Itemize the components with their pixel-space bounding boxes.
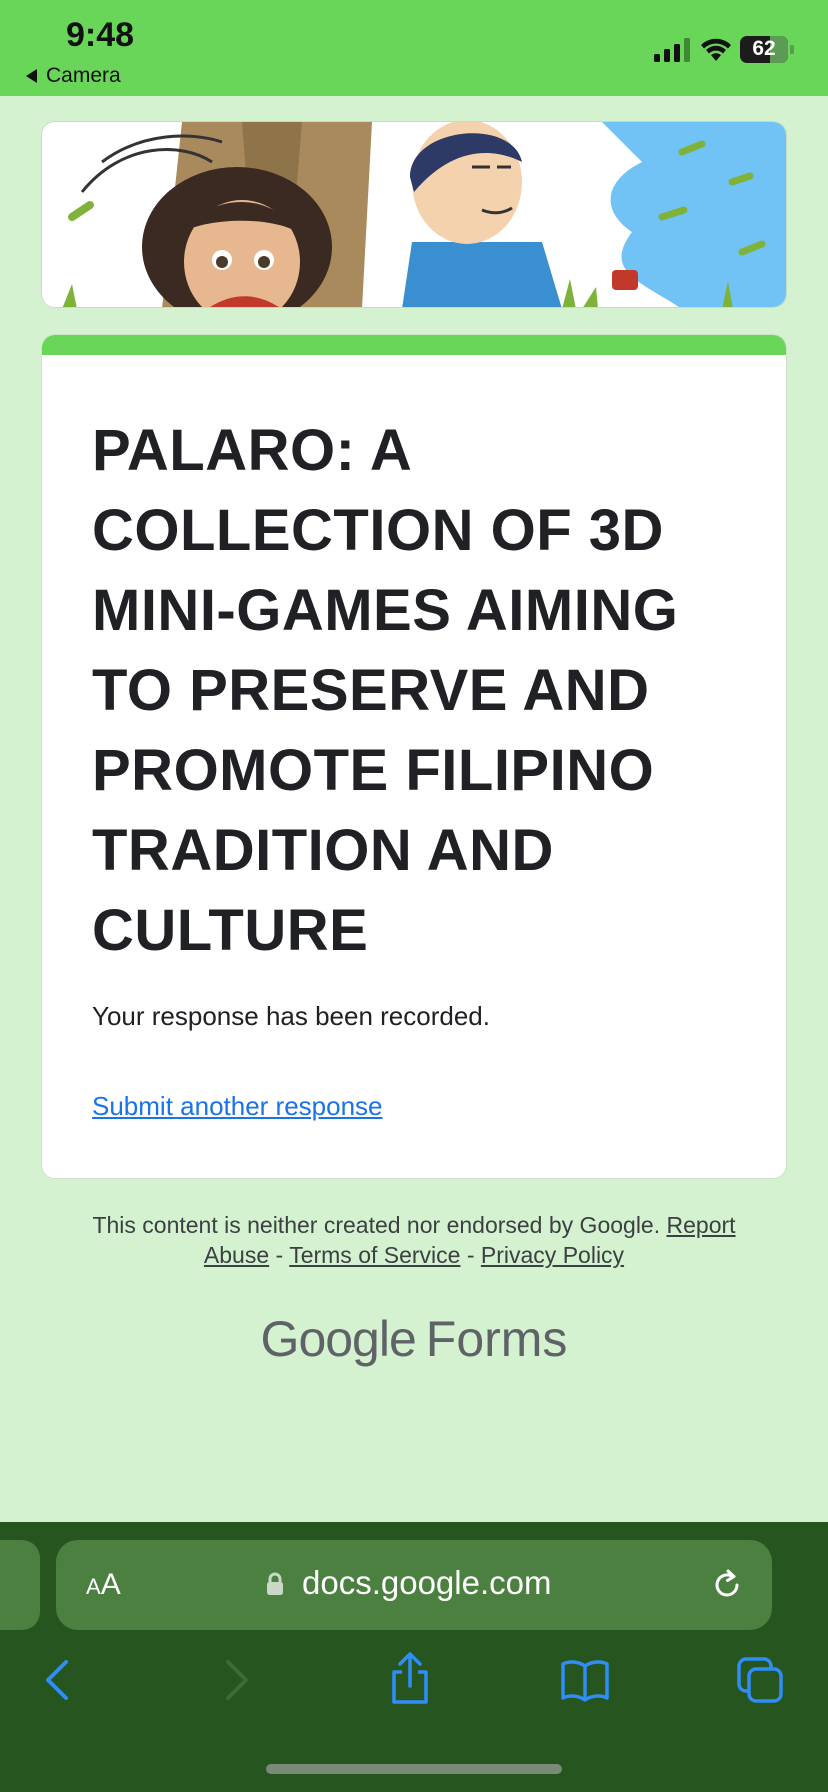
separator: -: [275, 1242, 284, 1268]
bookmarks-icon[interactable]: [560, 1656, 610, 1704]
lock-icon: [267, 1572, 283, 1595]
brand-google: Google: [260, 1311, 417, 1367]
url-text: docs.google.com: [302, 1564, 552, 1601]
cellular-signal-icon: [654, 38, 690, 62]
status-bar: 9:48 Camera 62: [0, 0, 828, 96]
brand-forms: Forms: [425, 1311, 568, 1367]
separator: -: [466, 1242, 475, 1268]
previous-tab-preview[interactable]: [0, 1540, 40, 1630]
home-indicator: [266, 1764, 562, 1774]
terms-of-service-link[interactable]: Terms of Service: [289, 1242, 460, 1268]
battery-tip: [790, 45, 794, 54]
card-accent-bar: [42, 335, 786, 355]
reload-icon[interactable]: [710, 1568, 744, 1602]
privacy-policy-link[interactable]: Privacy Policy: [481, 1242, 624, 1268]
form-header-image: [41, 121, 787, 308]
back-arrow-icon[interactable]: [38, 1656, 78, 1704]
battery-icon: 62: [740, 36, 788, 63]
back-to-camera-link[interactable]: Camera: [26, 64, 121, 88]
footer-disclaimer: This content is neither created nor endo…: [60, 1210, 768, 1270]
form-title: PALARO: A COLLECTION OF 3D MINI-GAMES AI…: [92, 418, 679, 963]
text-size-button[interactable]: AA: [86, 1568, 121, 1602]
tabs-icon[interactable]: [736, 1656, 784, 1704]
back-triangle-icon: [26, 69, 37, 83]
confirmation-message: Your response has been recorded.: [92, 1001, 490, 1031]
back-app-label: Camera: [46, 64, 121, 87]
disclaimer-text: This content is neither created nor endo…: [92, 1212, 661, 1238]
submit-another-response-link[interactable]: Submit another response: [92, 1091, 383, 1122]
share-icon[interactable]: [388, 1652, 432, 1704]
header-illustration: [42, 122, 786, 307]
text-size-label: AA: [86, 1568, 121, 1601]
address-bar[interactable]: AA docs.google.com: [56, 1540, 772, 1630]
wifi-icon: [701, 38, 731, 61]
google-forms-logo[interactable]: Google Forms: [0, 1310, 828, 1368]
form-card: PALARO: A COLLECTION OF 3D MINI-GAMES AI…: [41, 334, 787, 1179]
battery-level: 62: [752, 37, 776, 60]
forward-arrow-icon: [226, 1660, 248, 1700]
clock: 9:48: [66, 16, 135, 54]
